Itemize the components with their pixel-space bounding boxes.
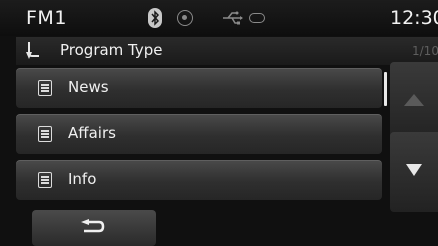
battery-icon [249,13,265,23]
return-arrow-icon [81,219,105,233]
list-icon [38,172,52,188]
list-item-affairs[interactable]: Affairs [16,114,382,154]
usb-icon [223,11,243,25]
clock: 12:30 [390,7,438,29]
status-bar: FM1 12:30 [0,0,438,36]
scroll-down-button[interactable] [390,132,438,212]
triangle-up-icon [404,94,424,106]
list-icon [38,80,52,96]
radio-icon [177,10,193,26]
page-indicator: 1/10 [412,44,438,58]
list-item-info[interactable]: Info [16,160,382,200]
list-item-news[interactable]: News [16,68,382,108]
bluetooth-icon [148,8,162,28]
back-button[interactable] [32,210,156,246]
page-title: Program Type [60,41,163,59]
title-bar: Program Type 1/10 [16,37,438,65]
back-arrow-icon [26,42,39,59]
list-icon [38,126,52,142]
list-item-label: News [68,78,109,96]
list-item-label: Affairs [68,124,116,142]
band-label: FM1 [26,7,67,29]
triangle-down-icon [406,164,422,176]
scroll-up-button[interactable] [390,62,438,142]
radio-screen: FM1 12:30 Program Type 1/10 News Affairs [0,0,438,246]
scroll-indicator [384,72,387,106]
list-item-label: Info [68,170,97,188]
